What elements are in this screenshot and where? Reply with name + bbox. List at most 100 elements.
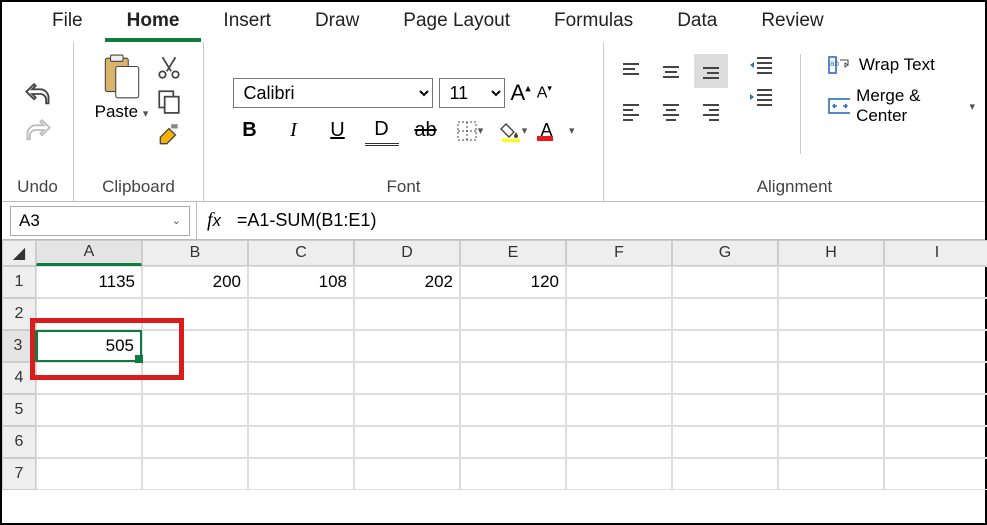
italic-button[interactable]: I (277, 116, 311, 146)
align-bottom-icon[interactable] (694, 54, 728, 88)
cell-D3[interactable] (354, 330, 460, 362)
cell-C7[interactable] (248, 458, 354, 490)
tab-home[interactable]: Home (105, 6, 202, 42)
underline-button[interactable]: U (321, 116, 355, 146)
formula-input[interactable]: =A1-SUM(B1:E1) (231, 210, 985, 231)
col-header-B[interactable]: B (142, 240, 248, 266)
tab-formulas[interactable]: Formulas (532, 6, 655, 42)
cut-icon[interactable] (156, 54, 182, 80)
decrease-indent-icon[interactable] (748, 54, 774, 76)
font-color-button[interactable]: A ▾ (541, 116, 575, 146)
cell-A1[interactable]: 1135 (36, 266, 142, 298)
cell-C1[interactable]: 108 (248, 266, 354, 298)
tab-file[interactable]: File (30, 6, 105, 42)
row-header-4[interactable]: 4 (2, 362, 36, 394)
row-header-3[interactable]: 3 (2, 330, 36, 362)
font-name-select[interactable]: Calibri (233, 78, 433, 108)
cell-D4[interactable] (354, 362, 460, 394)
cell-C4[interactable] (248, 362, 354, 394)
cell-C3[interactable] (248, 330, 354, 362)
spreadsheet-grid[interactable]: ◢ A B C D E F G H I 1 1135 200 108 202 1… (2, 240, 985, 490)
cell-D5[interactable] (354, 394, 460, 426)
cell-F6[interactable] (566, 426, 672, 458)
cell-F3[interactable] (566, 330, 672, 362)
cell-A5[interactable] (36, 394, 142, 426)
cell-H6[interactable] (778, 426, 884, 458)
align-center-icon[interactable] (654, 94, 688, 128)
align-left-icon[interactable] (614, 94, 648, 128)
cell-F7[interactable] (566, 458, 672, 490)
strikethrough-button[interactable]: ab (409, 116, 443, 146)
cell-A3[interactable]: 505 (36, 330, 142, 362)
cell-I2[interactable] (884, 298, 987, 330)
cell-I5[interactable] (884, 394, 987, 426)
cell-E5[interactable] (460, 394, 566, 426)
cell-I6[interactable] (884, 426, 987, 458)
cell-G2[interactable] (672, 298, 778, 330)
tab-insert[interactable]: Insert (201, 6, 293, 42)
row-header-5[interactable]: 5 (2, 394, 36, 426)
cell-E1[interactable]: 120 (460, 266, 566, 298)
cell-B1[interactable]: 200 (142, 266, 248, 298)
cell-G6[interactable] (672, 426, 778, 458)
cell-B4[interactable] (142, 362, 248, 394)
cell-H3[interactable] (778, 330, 884, 362)
cell-E7[interactable] (460, 458, 566, 490)
cell-C2[interactable] (248, 298, 354, 330)
format-painter-icon[interactable] (156, 122, 182, 148)
cell-H4[interactable] (778, 362, 884, 394)
cell-B2[interactable] (142, 298, 248, 330)
col-header-C[interactable]: C (248, 240, 354, 266)
fx-icon[interactable]: fx (196, 202, 231, 239)
redo-icon[interactable] (24, 119, 52, 141)
col-header-D[interactable]: D (354, 240, 460, 266)
cell-I1[interactable] (884, 266, 987, 298)
col-header-G[interactable]: G (672, 240, 778, 266)
row-header-1[interactable]: 1 (2, 266, 36, 298)
cell-H2[interactable] (778, 298, 884, 330)
cell-I7[interactable] (884, 458, 987, 490)
row-header-7[interactable]: 7 (2, 458, 36, 490)
cell-F4[interactable] (566, 362, 672, 394)
cell-D1[interactable]: 202 (354, 266, 460, 298)
cell-I4[interactable] (884, 362, 987, 394)
cell-D6[interactable] (354, 426, 460, 458)
cell-B7[interactable] (142, 458, 248, 490)
cell-A2[interactable] (36, 298, 142, 330)
cell-E2[interactable] (460, 298, 566, 330)
cell-F5[interactable] (566, 394, 672, 426)
fill-color-button[interactable]: ▾ (497, 116, 531, 146)
chevron-down-icon[interactable]: ▾ (143, 108, 149, 120)
paste-button[interactable]: Paste (95, 102, 138, 121)
select-all-corner[interactable]: ◢ (2, 240, 36, 266)
tab-data[interactable]: Data (655, 6, 739, 42)
cell-D7[interactable] (354, 458, 460, 490)
cell-E6[interactable] (460, 426, 566, 458)
cell-C5[interactable] (248, 394, 354, 426)
cell-G1[interactable] (672, 266, 778, 298)
cell-F2[interactable] (566, 298, 672, 330)
cell-E3[interactable] (460, 330, 566, 362)
row-header-2[interactable]: 2 (2, 298, 36, 330)
cell-A6[interactable] (36, 426, 142, 458)
align-right-icon[interactable] (694, 94, 728, 128)
cell-H1[interactable] (778, 266, 884, 298)
col-header-I[interactable]: I (884, 240, 987, 266)
merge-center-button[interactable]: Merge & Center ▾ (827, 86, 975, 126)
cell-D2[interactable] (354, 298, 460, 330)
col-header-H[interactable]: H (778, 240, 884, 266)
cell-B3[interactable] (142, 330, 248, 362)
font-size-select[interactable]: 11 (439, 78, 505, 108)
col-header-A[interactable]: A (36, 240, 142, 266)
col-header-E[interactable]: E (460, 240, 566, 266)
double-underline-button[interactable]: D (365, 116, 399, 146)
cell-G4[interactable] (672, 362, 778, 394)
cell-E4[interactable] (460, 362, 566, 394)
cell-A7[interactable] (36, 458, 142, 490)
row-header-6[interactable]: 6 (2, 426, 36, 458)
tab-review[interactable]: Review (739, 6, 845, 42)
align-top-icon[interactable] (614, 54, 648, 88)
cell-A4[interactable] (36, 362, 142, 394)
cell-G5[interactable] (672, 394, 778, 426)
cell-I3[interactable] (884, 330, 987, 362)
